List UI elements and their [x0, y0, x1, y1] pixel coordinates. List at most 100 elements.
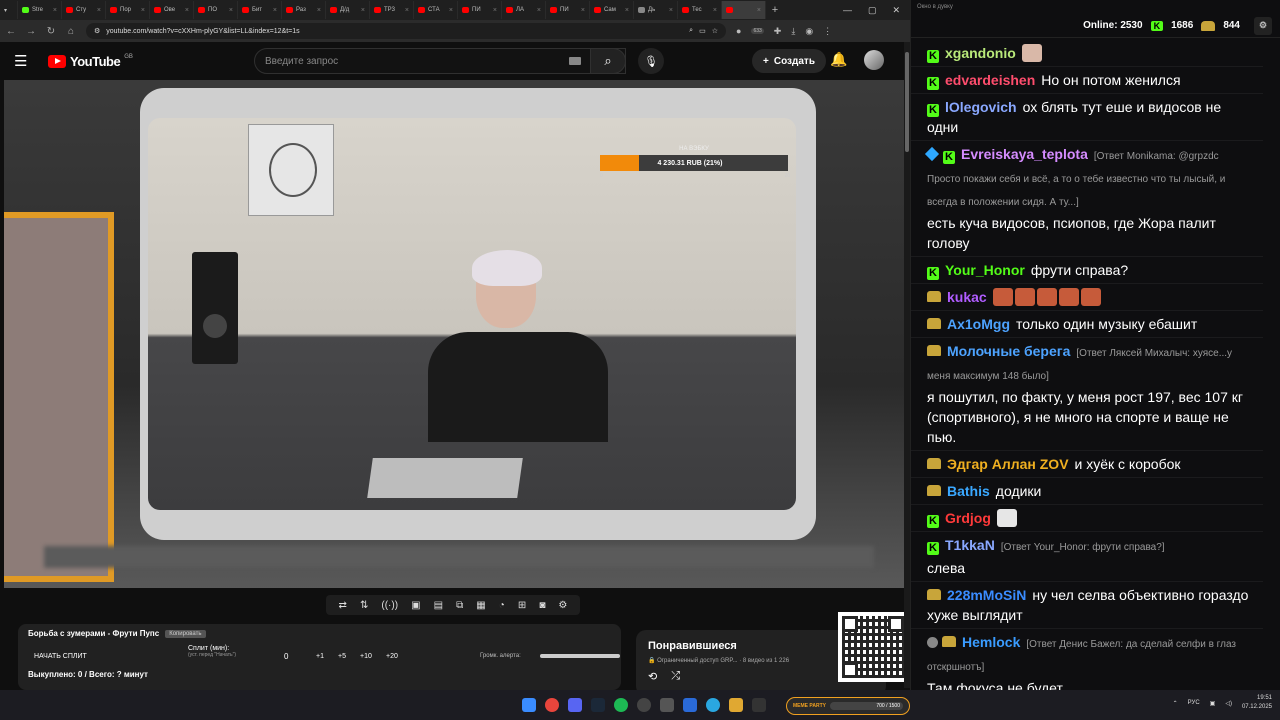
chat-reply-quote[interactable]: [Ответ Your_Honor: фрути справа?]	[1001, 542, 1165, 553]
search-button[interactable]: ⌕	[590, 48, 626, 74]
minimize-icon[interactable]: —	[843, 5, 852, 16]
chat-username[interactable]: T1kkaN	[945, 537, 995, 553]
obs-icon[interactable]	[637, 698, 651, 712]
tab-close-icon[interactable]: ×	[405, 7, 409, 14]
site-info-icon[interactable]: ⚙	[94, 27, 100, 35]
chat-username[interactable]: edvardeishen	[945, 72, 1035, 88]
reload-icon[interactable]: ↻	[46, 26, 56, 37]
extension-badge[interactable]: 633	[751, 28, 764, 34]
tab-close-icon[interactable]: ×	[537, 7, 541, 14]
close-icon[interactable]: ✕	[892, 5, 900, 16]
add-icon[interactable]: ⊞	[518, 600, 526, 611]
tab-close-icon[interactable]: ×	[53, 7, 57, 14]
start-split-button[interactable]: НАЧАТЬ СПЛИТ	[34, 653, 87, 660]
avatar[interactable]	[864, 50, 884, 70]
browser-tab[interactable]: Сам ×	[590, 1, 634, 19]
chat-username[interactable]: 228mMoSiN	[947, 587, 1026, 603]
tab-close-icon[interactable]: ×	[493, 7, 497, 14]
notifications-bell-icon[interactable]: 🔔	[830, 51, 847, 68]
puzzle-icon[interactable]: ✚	[774, 26, 782, 37]
extension-icon[interactable]: ●	[736, 26, 741, 36]
tab-close-icon[interactable]: ×	[449, 7, 453, 14]
browser-tab[interactable]: Д/д ×	[326, 1, 370, 19]
hamburger-menu-icon[interactable]: ☰	[14, 52, 36, 70]
windows-start-icon[interactable]	[522, 698, 536, 712]
video-player[interactable]: НА ВЭБКУ 4 230.31 RUB (21%) 0 20	[4, 80, 904, 588]
discord-icon[interactable]	[568, 698, 582, 712]
chat-username[interactable]: Your_Honor	[945, 262, 1025, 278]
volume-icon[interactable]: ◁)	[1225, 700, 1232, 707]
settings-gear-icon[interactable]: ⚙	[558, 600, 567, 611]
browser-tab[interactable]: Пор ×	[106, 1, 150, 19]
back-icon[interactable]: ←	[6, 26, 16, 37]
tab-close-icon[interactable]: ×	[625, 7, 629, 14]
maximize-icon[interactable]: ▢	[868, 5, 877, 16]
bookmark-icon[interactable]: ☆	[712, 27, 718, 35]
telegram-icon[interactable]	[706, 698, 720, 712]
cast-icon[interactable]: ▭	[699, 27, 706, 35]
browser-tab[interactable]: СТА ×	[414, 1, 458, 19]
chat-settings-icon[interactable]: ⚙	[1254, 16, 1272, 35]
tab-close-icon[interactable]: ×	[713, 7, 717, 14]
chat-username[interactable]: Ax1oMgg	[947, 316, 1010, 332]
chat-username[interactable]: Grdjog	[945, 510, 991, 526]
player-icon[interactable]	[683, 698, 697, 712]
screenshot-icon[interactable]: ▣	[411, 600, 420, 611]
loop-icon[interactable]: ⇄	[339, 600, 347, 611]
tab-close-icon[interactable]: ×	[361, 7, 365, 14]
chat-username[interactable]: Молочные берега	[947, 343, 1070, 359]
chat-username[interactable]: Hemlock	[962, 634, 1020, 650]
plus-10-button[interactable]: +10	[360, 653, 372, 660]
tab-close-icon[interactable]: ×	[141, 7, 145, 14]
plus-1-button[interactable]: +1	[316, 653, 324, 660]
tray-arrow-icon[interactable]: ⌃	[1173, 700, 1178, 707]
menu-icon[interactable]: ⋮	[823, 26, 832, 37]
home-icon[interactable]: ⌂	[66, 26, 76, 37]
tab-menu[interactable]: ▾	[0, 1, 18, 19]
profile-icon[interactable]: ◉	[805, 26, 813, 37]
film-icon[interactable]: ▤	[434, 600, 443, 611]
plus-5-button[interactable]: +5	[338, 653, 346, 660]
create-button[interactable]: + Создать	[752, 49, 826, 73]
sort-icon[interactable]: ⇅	[360, 600, 368, 611]
browser-tab[interactable]: ×	[722, 1, 766, 19]
tab-close-icon[interactable]: ×	[273, 7, 277, 14]
chat-username[interactable]: Evreiskaya_teplota	[961, 146, 1088, 162]
tab-close-icon[interactable]: ×	[757, 7, 761, 14]
forward-icon[interactable]: →	[26, 26, 36, 37]
tab-close-icon[interactable]: ×	[317, 7, 321, 14]
spotify-icon[interactable]	[614, 698, 628, 712]
new-tab-button[interactable]: +	[766, 4, 784, 16]
browser-tab[interactable]: ПО ×	[194, 1, 238, 19]
chat-username[interactable]: lOlegovich	[945, 99, 1017, 115]
chat-username[interactable]: Эдгар Аллан ZOV	[947, 456, 1069, 472]
clock[interactable]: 19:51 07.12.2025	[1242, 694, 1272, 712]
chat-username[interactable]: kukac	[947, 289, 987, 305]
network-icon[interactable]: ▣	[1210, 700, 1216, 707]
download-icon[interactable]: ⤓	[791, 26, 795, 37]
browser-tab[interactable]: Сту ×	[62, 1, 106, 19]
plus-20-button[interactable]: +20	[386, 653, 398, 660]
browser-tab[interactable]: Бит ×	[238, 1, 282, 19]
browser-tab[interactable]: Тес ×	[678, 1, 722, 19]
zoom-icon[interactable]: ⌕	[689, 27, 693, 35]
folder-icon[interactable]	[729, 698, 743, 712]
camera-icon[interactable]: ◙	[539, 600, 545, 611]
browser-tab[interactable]: Дь ×	[634, 1, 678, 19]
tab-close-icon[interactable]: ×	[97, 7, 101, 14]
steam-icon[interactable]	[591, 698, 605, 712]
browser-tab[interactable]: Раз ×	[282, 1, 326, 19]
voice-search-button[interactable]: 🎙	[638, 48, 664, 74]
tab-close-icon[interactable]: ×	[581, 7, 585, 14]
browser-tab[interactable]: ЛА ×	[502, 1, 546, 19]
shuffle-icon[interactable]: ⤮	[671, 670, 680, 683]
alert-volume-slider[interactable]	[540, 654, 620, 658]
picture-in-picture-icon[interactable]: ⧉	[456, 600, 463, 611]
chrome-icon[interactable]	[545, 698, 559, 712]
youtube-logo[interactable]: YouTube GB	[48, 54, 133, 69]
app-icon[interactable]	[660, 698, 674, 712]
search-input[interactable]: Введите запрос	[254, 48, 626, 74]
tab-close-icon[interactable]: ×	[185, 7, 189, 14]
browser-tab[interactable]: Ове ×	[150, 1, 194, 19]
url-field[interactable]: ⚙ youtube.com/watch?v=cXXHm-plyGY&list=L…	[86, 23, 726, 39]
